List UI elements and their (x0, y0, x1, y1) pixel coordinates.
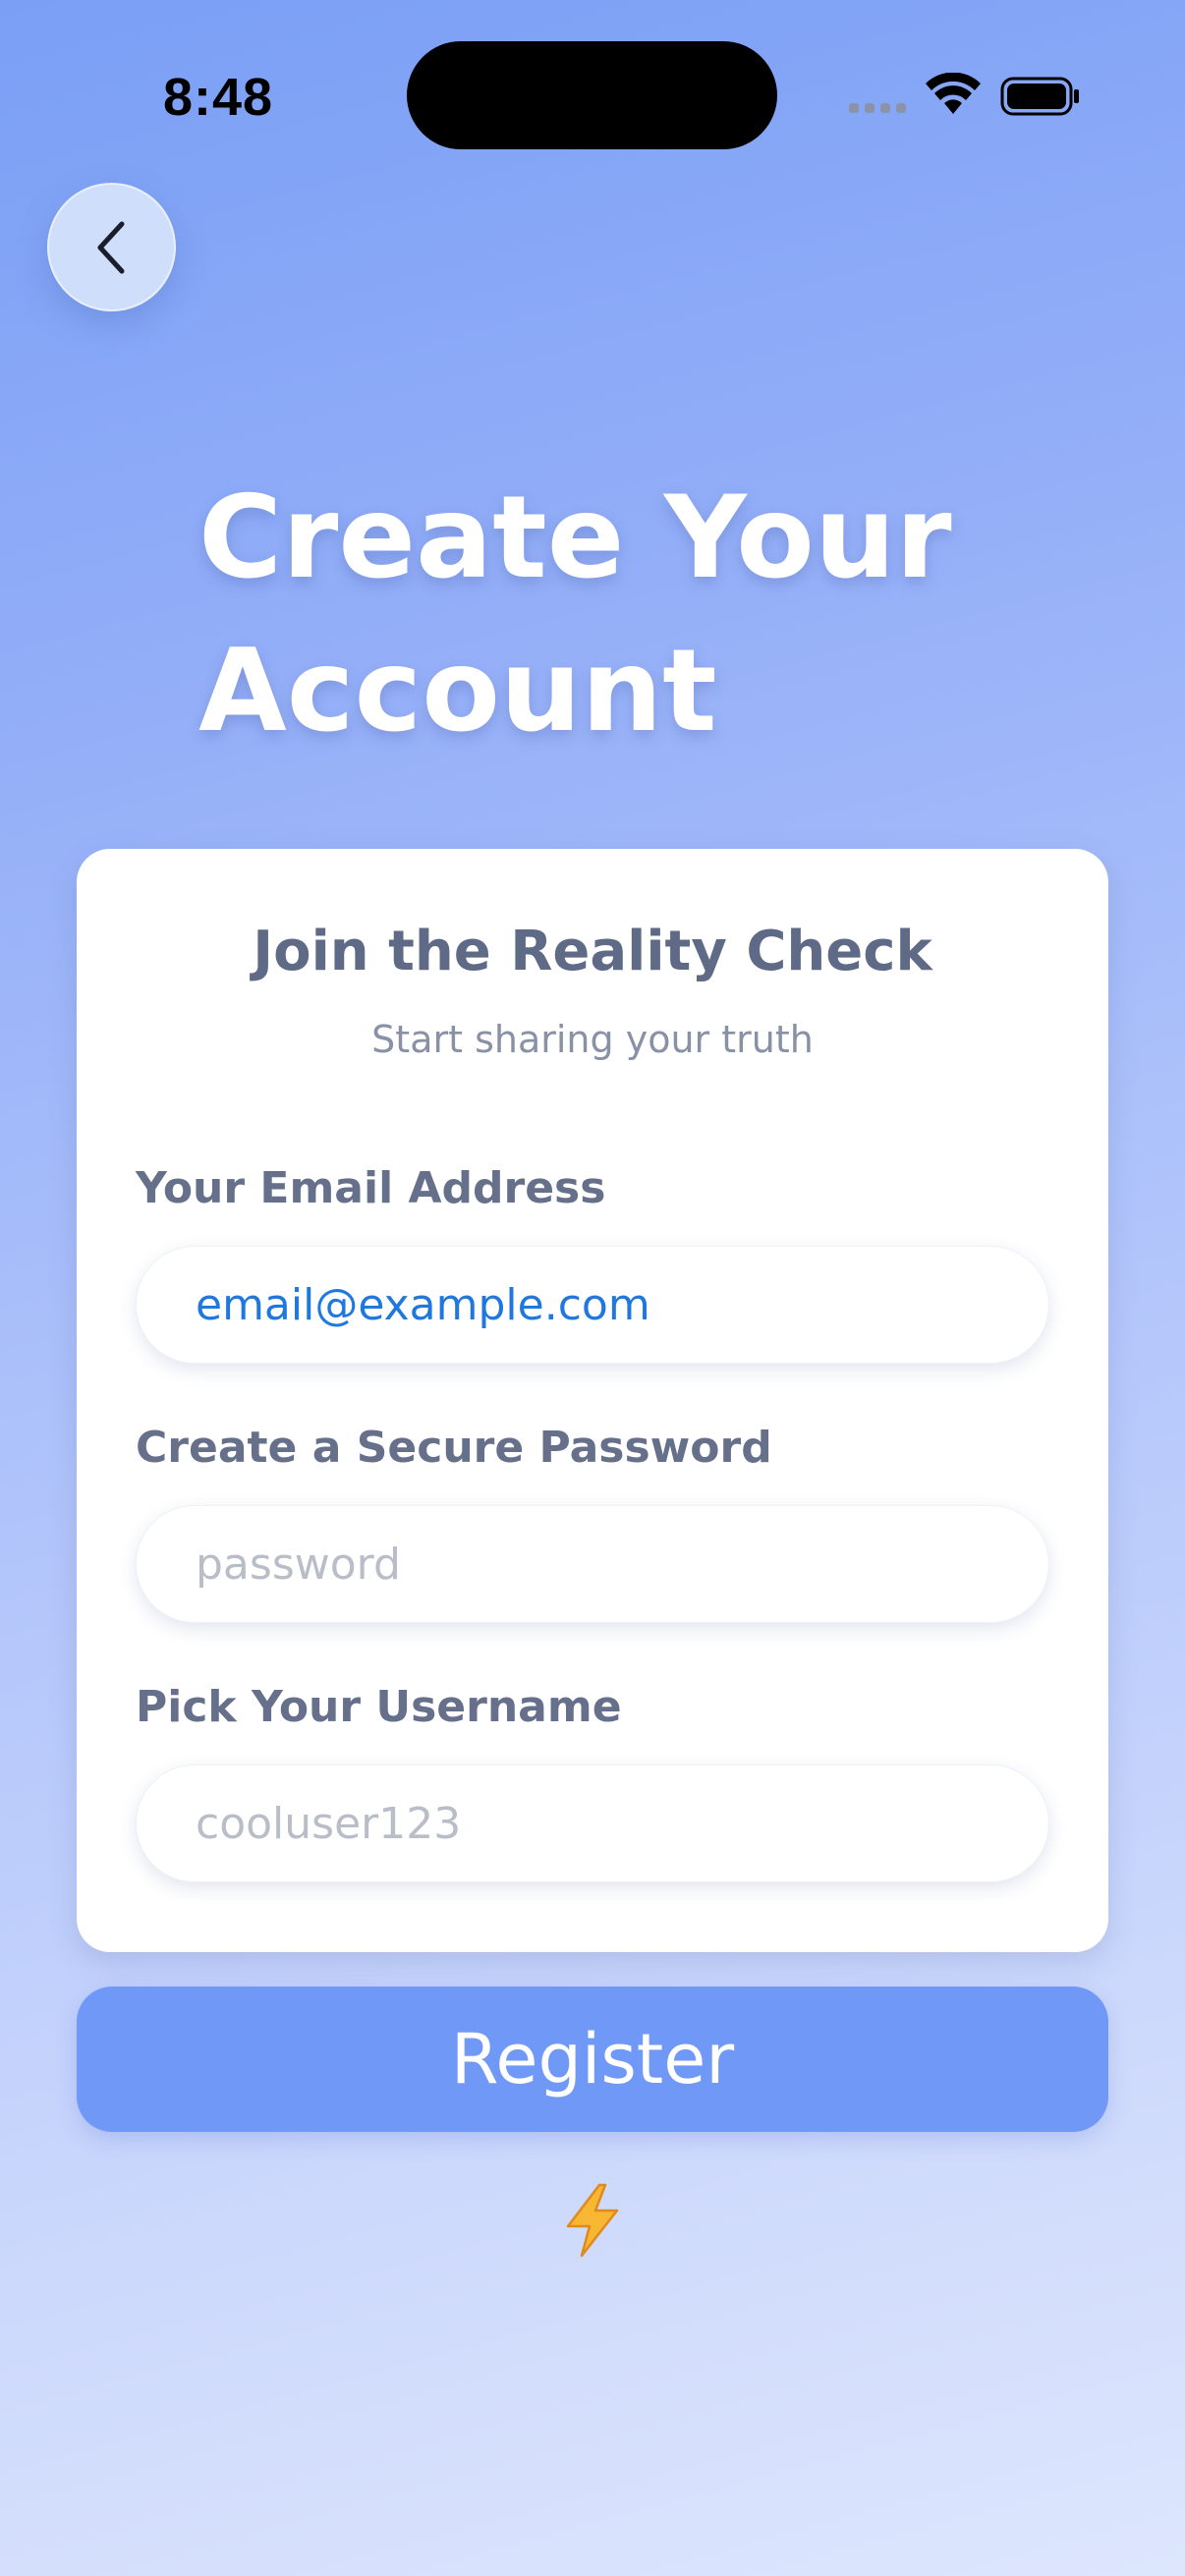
page-title-line-2: Account (198, 625, 717, 757)
register-button[interactable]: Register (77, 1987, 1108, 2132)
username-field[interactable] (136, 1764, 1049, 1882)
page-title-line-1: Create Your (198, 472, 952, 604)
email-field[interactable] (136, 1246, 1049, 1364)
dynamic-island (407, 41, 777, 149)
password-label: Create a Secure Password (136, 1423, 772, 1473)
username-label: Pick Your Username (136, 1682, 622, 1732)
chevron-left-icon (97, 221, 124, 273)
status-time: 8:48 (163, 68, 274, 127)
page-title: Create Your Account (198, 462, 1083, 768)
back-button[interactable] (47, 183, 176, 311)
battery-icon (1000, 77, 1079, 116)
wifi-icon (926, 73, 981, 114)
cellular-signal-icon (849, 103, 908, 115)
registration-card: Join the Reality Check Start sharing you… (77, 849, 1108, 1952)
email-label: Your Email Address (136, 1163, 606, 1213)
password-field[interactable] (136, 1505, 1049, 1623)
card-title: Join the Reality Check (253, 920, 932, 983)
status-bar: 8:48 (0, 0, 1185, 196)
lightning-icon (566, 2183, 619, 2258)
card-subtitle: Start sharing your truth (371, 1018, 814, 1061)
